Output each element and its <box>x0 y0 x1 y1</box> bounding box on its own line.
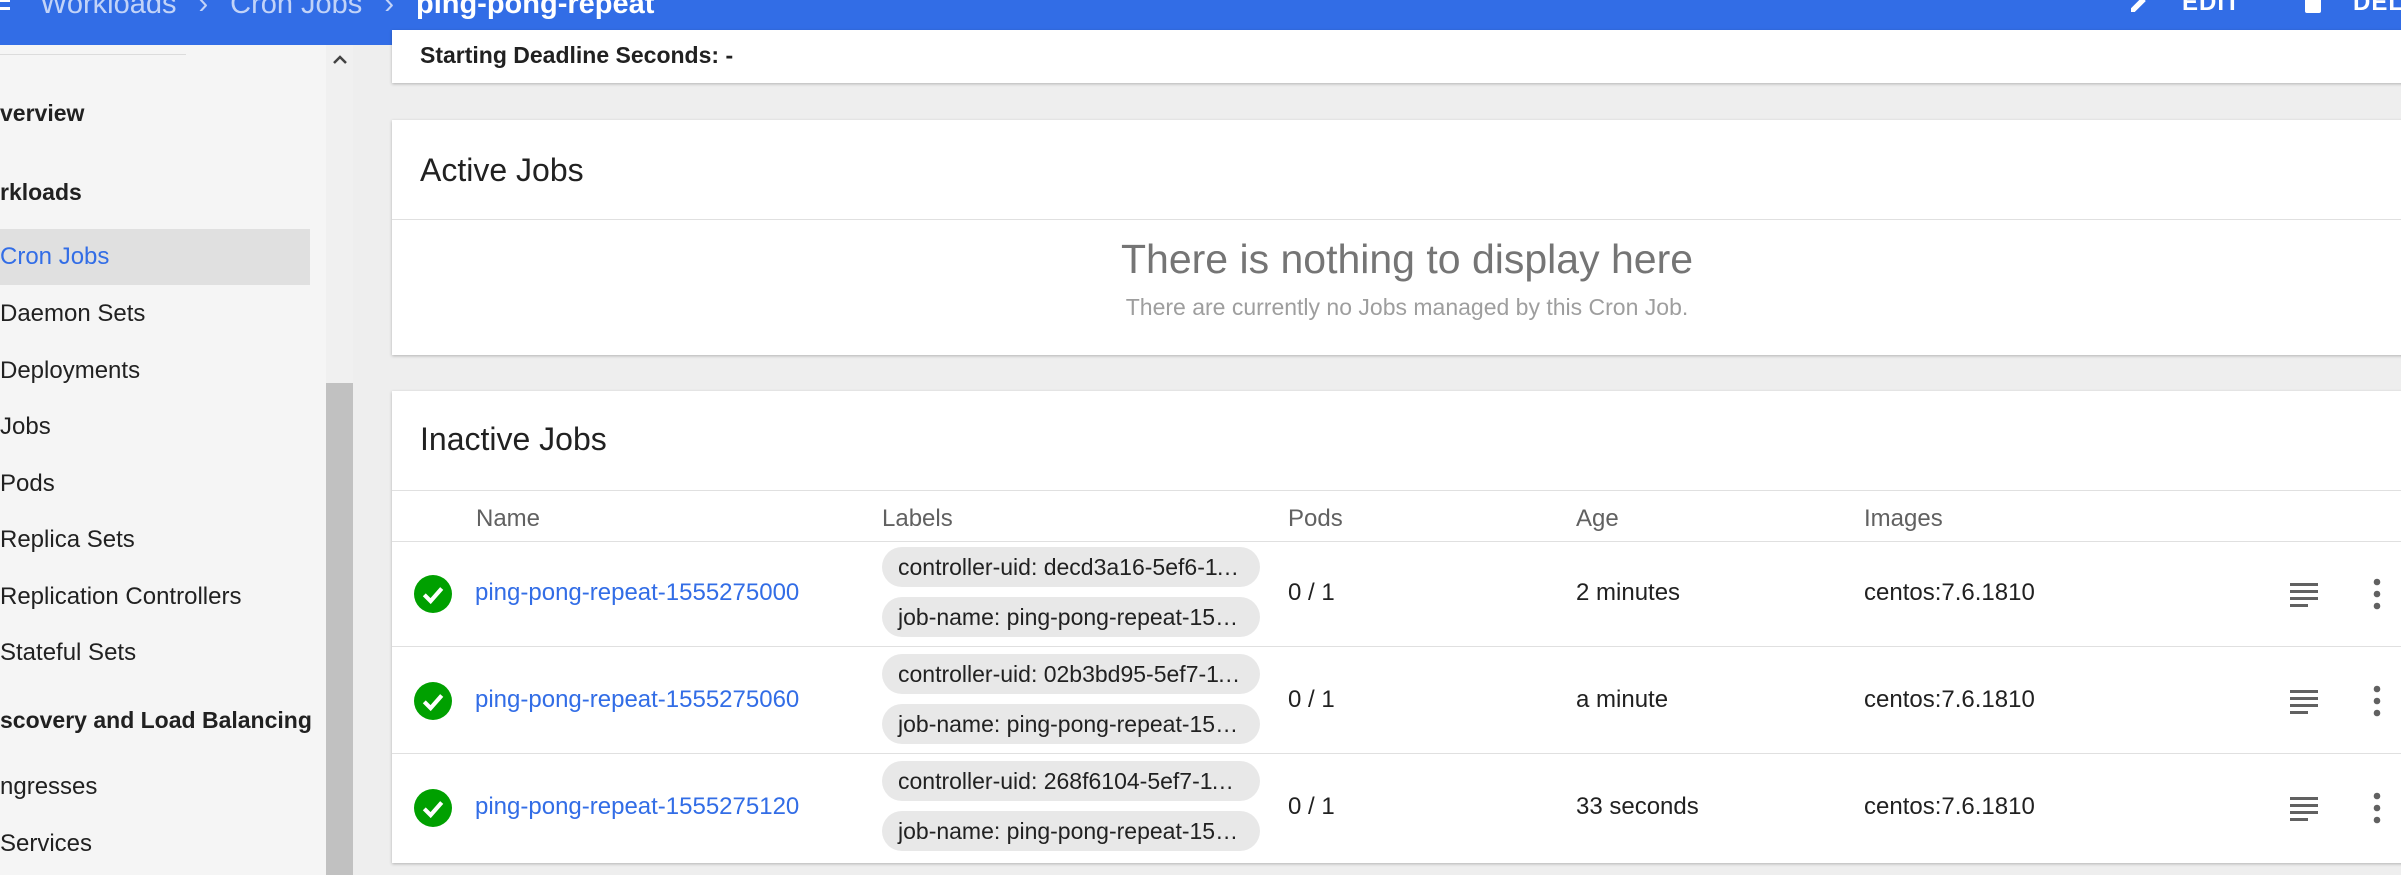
job-age: 2 minutes <box>1576 579 1681 606</box>
active-jobs-title: Active Jobs <box>420 152 584 188</box>
sidebar-item-pods[interactable]: Pods <box>0 456 310 512</box>
sidebar-item-deployments[interactable]: Deployments <box>0 343 310 399</box>
table-row: ping-pong-repeat-1555275120 controller-u… <box>392 755 2401 861</box>
details-card: Starting Deadline Seconds: - <box>392 30 2401 83</box>
label-chip: job-name: ping-pong-repeat-1555275060 <box>882 704 1260 744</box>
chevron-up-icon[interactable] <box>330 50 350 70</box>
sidebar-item-replication-controllers[interactable]: Replication Controllers <box>0 569 310 625</box>
table-row: ping-pong-repeat-1555275060 controller-u… <box>392 648 2401 754</box>
sidebar-item-jobs[interactable]: Jobs <box>0 399 310 455</box>
pods-count: 0 / 1 <box>1288 793 1335 820</box>
more-vert-icon[interactable] <box>2372 791 2382 825</box>
sidebar-nav: verview rkloads Cron Jobs Daemon Sets De… <box>0 45 326 875</box>
check-circle-icon <box>414 575 452 613</box>
breadcrumb-current: ping-pong-repeat <box>415 0 655 20</box>
job-age: 33 seconds <box>1576 793 1699 820</box>
label-chip: controller-uid: decd3a16-5ef6-11e9 <box>882 547 1260 587</box>
edit-icon <box>2131 0 2146 12</box>
label-chip: job-name: ping-pong-repeat-1555275000 <box>882 597 1260 637</box>
column-header-images: Images <box>1864 505 1943 532</box>
logs-icon[interactable] <box>2289 579 2319 609</box>
table-row: ping-pong-repeat-1555275000 controller-u… <box>392 541 2401 647</box>
active-jobs-card: Active Jobs There is nothing to display … <box>392 120 2401 355</box>
column-header-age[interactable]: Age <box>1576 505 1619 533</box>
inactive-jobs-card: Inactive Jobs Name Labels Pods Age Image… <box>392 391 2401 863</box>
job-age: a minute <box>1576 686 1669 713</box>
job-image: centos:7.6.1810 <box>1864 579 2035 606</box>
menu-icon[interactable] <box>0 0 40 23</box>
sidebar-item-cron-jobs[interactable]: Cron Jobs <box>0 229 310 285</box>
breadcrumb-cron-jobs[interactable]: Cron Jobs <box>230 0 362 21</box>
check-circle-icon <box>414 789 452 827</box>
column-header-name[interactable]: Name <box>476 505 540 533</box>
empty-state-subtitle: There are currently no Jobs managed by t… <box>1125 294 1689 320</box>
job-image: centos:7.6.1810 <box>1864 793 2035 820</box>
sidebar-heading-discovery[interactable]: scovery and Load Balancing <box>0 707 312 734</box>
label-chip: controller-uid: 268f6104-5ef7-11e9 <box>882 761 1260 801</box>
column-header-pods: Pods <box>1288 505 1343 532</box>
sidebar-scrollbar-thumb[interactable] <box>326 383 353 875</box>
sidebar-item-stateful-sets[interactable]: Stateful Sets <box>0 625 310 681</box>
logs-icon[interactable] <box>2289 686 2319 716</box>
breadcrumb: Workloads › Cron Jobs › ping-pong-repeat <box>0 0 654 24</box>
edit-button-label: EDIT <box>2182 0 2241 16</box>
column-header-labels: Labels <box>882 505 953 532</box>
sidebar-item-services[interactable]: Services <box>0 816 310 872</box>
divider <box>392 219 2401 220</box>
more-vert-icon[interactable] <box>2372 577 2382 611</box>
more-vert-icon[interactable] <box>2372 684 2382 718</box>
delete-button[interactable]: DELE <box>2303 0 2401 20</box>
divider <box>392 490 2401 491</box>
label-chip: controller-uid: 02b3bd95-5ef7-11e9 <box>882 654 1260 694</box>
sidebar-item-daemon-sets[interactable]: Daemon Sets <box>0 286 310 342</box>
sidebar-item-ingresses[interactable]: ngresses <box>0 759 310 815</box>
divider <box>392 753 2401 754</box>
sidebar-heading-workloads[interactable]: rkloads <box>0 179 82 206</box>
delete-button-label: DELE <box>2353 0 2401 16</box>
empty-state-title: There is nothing to display here <box>1120 236 1694 282</box>
sidebar-heading-overview[interactable]: verview <box>0 100 84 127</box>
edit-button[interactable]: EDIT <box>2128 0 2241 20</box>
pods-count: 0 / 1 <box>1288 579 1335 606</box>
job-name-link[interactable]: ping-pong-repeat-1555275120 <box>475 793 799 821</box>
pods-count: 0 / 1 <box>1288 686 1335 713</box>
logs-icon[interactable] <box>2289 793 2319 823</box>
job-name-link[interactable]: ping-pong-repeat-1555275000 <box>475 579 799 607</box>
divider <box>0 54 186 55</box>
check-circle-icon <box>414 682 452 720</box>
chevron-right-icon: › <box>384 0 394 20</box>
delete-icon <box>2305 0 2321 13</box>
inactive-jobs-title: Inactive Jobs <box>420 421 607 457</box>
job-name-link[interactable]: ping-pong-repeat-1555275060 <box>475 686 799 714</box>
sidebar-item-replica-sets[interactable]: Replica Sets <box>0 512 310 568</box>
chevron-right-icon: › <box>198 0 209 20</box>
label-chip: job-name: ping-pong-repeat-1555275120 <box>882 811 1260 851</box>
divider <box>392 646 2401 647</box>
breadcrumb-workloads[interactable]: Workloads <box>40 0 176 21</box>
job-image: centos:7.6.1810 <box>1864 686 2035 713</box>
starting-deadline-seconds: Starting Deadline Seconds: - <box>420 41 734 68</box>
